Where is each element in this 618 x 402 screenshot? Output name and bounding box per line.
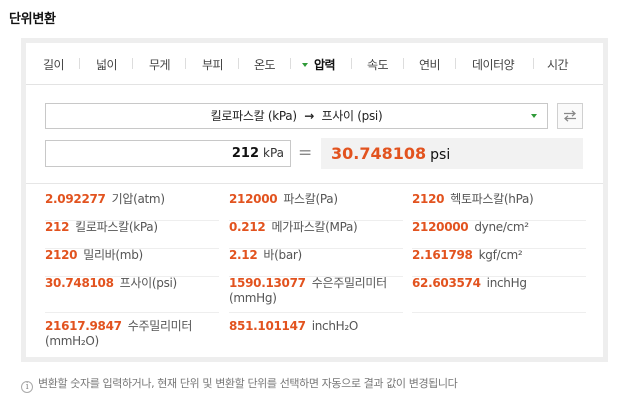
result-item-unit: 기압(atm)	[111, 192, 165, 206]
result-item: 0.212 메가파스칼(MPa)	[229, 220, 403, 249]
tab-data-size[interactable]: 데이터양	[472, 56, 515, 73]
result-value: 30.748108	[331, 144, 427, 163]
result-item-value: 851.101147	[229, 319, 306, 333]
result-item-value: 2120000	[412, 220, 469, 234]
result-item-value: 2.092277	[45, 192, 106, 206]
result-item-value: 62.603574	[412, 276, 481, 290]
tab-separator	[455, 58, 456, 69]
result-item-value: 2120	[412, 192, 445, 206]
input-unit: kPa	[263, 146, 284, 160]
result-item-unit: inchH₂O	[311, 319, 359, 333]
result-display: 30.748108 psi	[321, 138, 583, 169]
unit-converter-panel: 길이 넓이 무게 부피 온도 압력 속도 연비 데이터양 시간 킬로파스칼 (k…	[21, 38, 608, 362]
result-item: 1590.13077 수은주밀리미터(mmHg)	[229, 276, 403, 313]
unit-category-tabs: 길이 넓이 무게 부피 온도 압력 속도 연비 데이터양 시간	[26, 43, 603, 85]
result-item-unit: 프사이(psi)	[119, 276, 178, 290]
arrow-right-icon: →	[304, 109, 315, 123]
result-item-value: 0.212	[229, 220, 266, 234]
value-input[interactable]: 212 kPa	[45, 140, 291, 167]
result-item: 21617.9847 수주밀리미터(mmH₂O)	[45, 319, 219, 355]
result-item: 62.603574 inchHg	[412, 276, 586, 313]
help-notice-text: 변환할 숫자를 입력하거나, 현재 단위 및 변환할 단위를 선택하면 자동으로…	[38, 377, 458, 390]
unit-pair-select[interactable]: 킬로파스칼 (kPa) → 프사이 (psi)	[45, 103, 548, 129]
tab-separator	[533, 58, 534, 69]
result-item: 30.748108 프사이(psi)	[45, 276, 219, 313]
result-item-unit: kgf/cm²	[478, 248, 523, 262]
tab-weight[interactable]: 무게	[149, 56, 171, 73]
swap-arrows-icon	[564, 110, 576, 122]
result-item-value: 30.748108	[45, 276, 114, 290]
help-notice: i 변환할 숫자를 입력하거나, 현재 단위 및 변환할 단위를 선택하면 자동으…	[21, 375, 458, 393]
tab-pressure[interactable]: 압력	[302, 56, 336, 73]
result-item-value: 2.12	[229, 248, 258, 262]
tab-separator	[238, 58, 239, 69]
tab-temperature[interactable]: 온도	[254, 56, 276, 73]
info-icon: i	[21, 381, 33, 393]
equals-sign: =	[298, 143, 313, 163]
result-item: 212 킬로파스칼(kPa)	[45, 220, 219, 249]
result-item-value: 212	[45, 220, 70, 234]
result-item-unit: 헥토파스칼(hPa)	[450, 192, 534, 206]
result-item: 2.12 바(bar)	[229, 248, 403, 277]
result-item-unit: 킬로파스칼(kPa)	[75, 220, 158, 234]
result-item: 212000 파스칼(Pa)	[229, 192, 403, 221]
result-item: 2.161798 kgf/cm²	[412, 248, 586, 277]
selected-marker-icon	[302, 62, 308, 67]
to-unit-label: 프사이 (psi)	[321, 109, 383, 123]
tab-time[interactable]: 시간	[547, 56, 569, 73]
result-item: 851.101147 inchH₂O	[229, 319, 403, 355]
tab-separator	[403, 58, 404, 69]
result-item-value: 1590.13077	[229, 276, 306, 290]
result-item: 2120 헥토파스칼(hPa)	[412, 192, 586, 221]
result-item-unit: dyne/cm²	[474, 220, 529, 234]
result-unit: psi	[430, 147, 451, 163]
tab-separator	[79, 58, 80, 69]
result-item-unit: 바(bar)	[263, 248, 302, 262]
result-item-value: 2.161798	[412, 248, 473, 262]
divider	[26, 183, 603, 184]
result-item: 2.092277 기압(atm)	[45, 192, 219, 221]
result-item-value: 212000	[229, 192, 278, 206]
tab-separator	[290, 58, 291, 69]
tab-speed[interactable]: 속도	[367, 56, 389, 73]
result-item-value: 2120	[45, 248, 78, 262]
tab-separator	[132, 58, 133, 69]
tab-fuel-efficiency[interactable]: 연비	[419, 56, 441, 73]
chevron-down-icon	[531, 114, 537, 118]
from-unit-label: 킬로파스칼 (kPa)	[210, 109, 297, 123]
tab-volume[interactable]: 부피	[202, 56, 224, 73]
tab-length[interactable]: 길이	[43, 56, 65, 73]
tab-pressure-label: 압력	[314, 58, 336, 72]
result-item: 2120 밀리바(mb)	[45, 248, 219, 277]
page-title: 단위변환	[9, 12, 56, 27]
result-item-unit: 파스칼(Pa)	[283, 192, 338, 206]
tab-separator	[351, 58, 352, 69]
result-item-unit: 밀리바(mb)	[83, 248, 143, 262]
tab-separator	[185, 58, 186, 69]
result-item-unit: inchHg	[486, 276, 527, 290]
result-item: 2120000 dyne/cm²	[412, 220, 586, 249]
tab-area[interactable]: 넓이	[96, 56, 118, 73]
result-item-value: 21617.9847	[45, 319, 122, 333]
swap-units-button[interactable]	[557, 103, 583, 129]
input-value: 212	[231, 146, 259, 161]
result-item-unit: 메가파스칼(MPa)	[271, 220, 358, 234]
